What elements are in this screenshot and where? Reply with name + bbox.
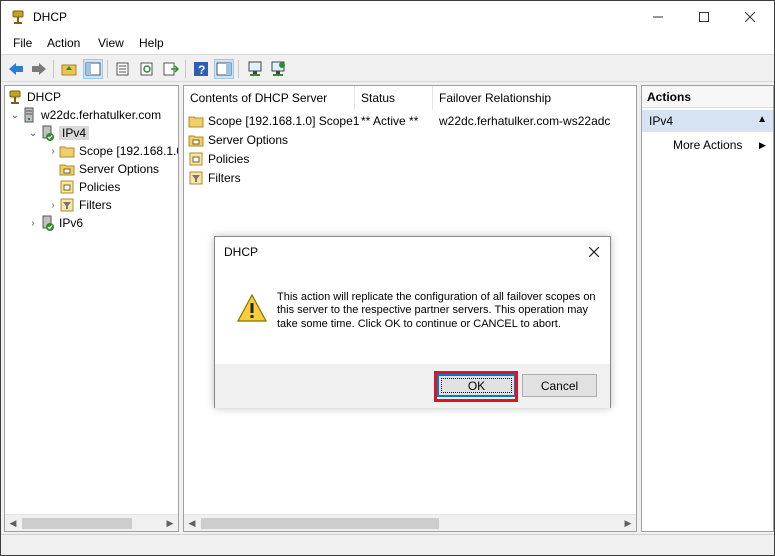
tree-label-dhcp: DHCP (27, 90, 62, 104)
svg-text:?: ? (198, 63, 205, 77)
submenu-arrow-icon: ▶ (759, 140, 766, 150)
menu-bar: File Action View Help (1, 33, 774, 55)
back-button[interactable] (6, 59, 26, 79)
dialog-message: This action will replicate the configura… (277, 291, 596, 330)
tree-label-policies: Policies (79, 180, 121, 194)
list-item[interactable]: Filters (188, 168, 241, 187)
console-tree: DHCP ⌄ w22dc.ferhatulker.com ⌄ IPv4 › Sc… (4, 85, 179, 532)
chevron-right-icon[interactable]: › (47, 146, 59, 157)
scroll-right-icon[interactable]: ▶ (163, 517, 177, 530)
mmc-window: DHCP File Action View Help ? DHCP ⌄ w22d… (0, 0, 775, 556)
tree-item-filters[interactable]: › Filters (47, 196, 112, 214)
chevron-right-icon[interactable]: › (27, 218, 39, 229)
tree-item-server[interactable]: ⌄ w22dc.ferhatulker.com (9, 106, 161, 124)
dhcp-app-icon (10, 9, 26, 25)
actions-section-ipv4[interactable]: IPv4 ▲ (642, 110, 773, 132)
more-actions-label: More Actions (673, 138, 743, 152)
filter-icon (59, 197, 75, 213)
scroll-thumb[interactable] (22, 518, 132, 529)
ok-button-highlight (434, 371, 518, 402)
menu-action[interactable]: Action (47, 36, 80, 50)
dialog-title: DHCP (224, 245, 259, 259)
unauthorize-server-button[interactable] (268, 59, 288, 79)
menu-file[interactable]: File (13, 36, 32, 50)
actions-header: Actions (642, 86, 773, 108)
server-options-icon (59, 161, 75, 177)
close-icon (589, 247, 599, 257)
cancel-button[interactable]: Cancel (522, 374, 597, 397)
authorize-server-button[interactable] (245, 59, 265, 79)
column-header-status[interactable]: Status (355, 86, 433, 110)
list-item-status: ** Active ** (361, 114, 419, 128)
actions-section-label: IPv4 (649, 114, 674, 128)
warning-icon (236, 293, 268, 323)
scroll-left-icon[interactable]: ◀ (185, 517, 199, 530)
policies-icon (188, 151, 204, 167)
actions-pane: Actions IPv4 ▲ More Actions ▶ (641, 85, 774, 532)
chevron-down-icon[interactable]: ⌄ (27, 128, 39, 139)
list-horizontal-scrollbar[interactable]: ◀ ▶ (184, 514, 636, 531)
list-item-name: Scope [192.168.1.0] Scope1 (208, 113, 360, 128)
show-hide-action-pane-button[interactable] (214, 59, 234, 79)
server-icon (21, 107, 37, 123)
confirm-dialog: DHCP This action will replicate the conf… (214, 236, 611, 408)
refresh-icon[interactable] (137, 59, 157, 79)
scroll-right-icon[interactable]: ▶ (621, 517, 635, 530)
properties-button[interactable] (113, 59, 133, 79)
tree-item-server-options[interactable]: Server Options (59, 160, 159, 178)
tree-label-ipv4: IPv4 (59, 126, 90, 140)
policies-icon (59, 179, 75, 195)
menu-help[interactable]: Help (139, 36, 164, 50)
list-item[interactable]: Policies (188, 149, 249, 168)
tree-item-ipv4[interactable]: ⌄ IPv4 (27, 124, 90, 142)
window-title: DHCP (33, 10, 68, 24)
tree-label-server: w22dc.ferhatulker.com (41, 108, 162, 122)
menu-view[interactable]: View (98, 36, 124, 50)
forward-button[interactable] (29, 59, 49, 79)
minimize-button[interactable] (635, 1, 681, 33)
column-header-contents[interactable]: Contents of DHCP Server (184, 86, 355, 110)
maximize-button[interactable] (681, 1, 727, 33)
tree-horizontal-scrollbar[interactable]: ◀ ▶ (5, 514, 178, 531)
list-item-name: Filters (208, 170, 241, 185)
chevron-down-icon[interactable]: ⌄ (9, 110, 21, 121)
show-hide-console-tree-button[interactable] (83, 59, 103, 79)
dhcp-icon (7, 89, 23, 105)
chevron-right-icon[interactable]: › (47, 200, 59, 211)
tree-item-scope[interactable]: › Scope [192.168.1.0 (47, 142, 179, 160)
list-item-name: Policies (208, 151, 250, 166)
tree-item-policies[interactable]: Policies (59, 178, 120, 196)
list-item-failover: w22dc.ferhatulker.com-ws22adc (439, 114, 611, 128)
toolbar: ? (1, 56, 774, 82)
filter-icon (188, 170, 204, 186)
tree-item-dhcp[interactable]: DHCP (7, 88, 61, 106)
scroll-left-icon[interactable]: ◀ (6, 517, 20, 530)
column-header-failover[interactable]: Failover Relationship (433, 86, 636, 110)
server-options-icon (188, 132, 204, 148)
folder-icon (188, 113, 204, 129)
folder-icon (59, 143, 75, 159)
tree-label-filters: Filters (79, 198, 112, 212)
tree-label-ipv6: IPv6 (59, 216, 84, 230)
status-bar (1, 534, 774, 555)
collapse-up-icon[interactable]: ▲ (757, 114, 767, 125)
help-button[interactable]: ? (191, 59, 211, 79)
more-actions-item[interactable]: More Actions (673, 138, 742, 152)
dialog-close-button[interactable] (583, 241, 605, 263)
ipv6-icon (39, 215, 55, 231)
list-item[interactable]: Scope [192.168.1.0] Scope1 (188, 111, 359, 130)
list-item-name: Server Options (208, 132, 289, 147)
export-list-button[interactable] (161, 59, 181, 79)
title-bar: DHCP (1, 1, 774, 33)
up-folder-button[interactable] (59, 59, 79, 79)
ipv4-icon (39, 125, 55, 141)
close-window-button[interactable] (727, 1, 773, 33)
list-item[interactable]: Server Options (188, 130, 288, 149)
tree-label-server-options: Server Options (79, 162, 160, 176)
scroll-thumb[interactable] (201, 518, 439, 529)
cancel-label: Cancel (540, 378, 579, 393)
tree-label-scope: Scope [192.168.1.0 (79, 144, 179, 158)
tree-item-ipv6[interactable]: › IPv6 (27, 214, 83, 232)
